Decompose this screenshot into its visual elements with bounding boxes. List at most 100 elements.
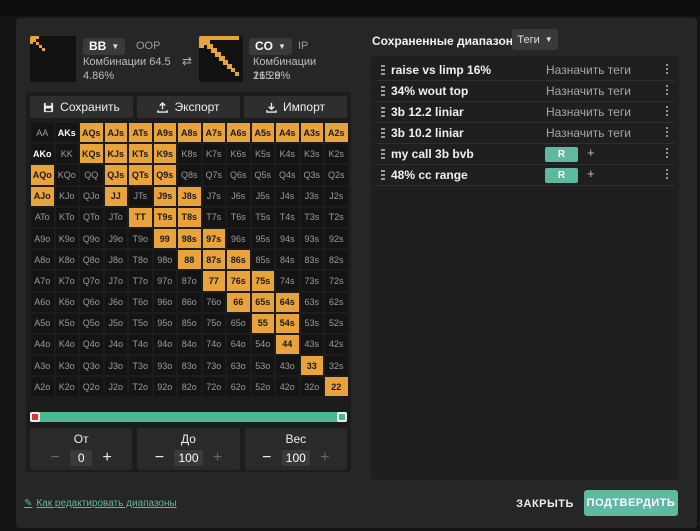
hand-cell[interactable]: T5o xyxy=(128,312,153,334)
hand-cell[interactable]: 86s xyxy=(226,249,251,271)
hand-cell[interactable]: AA xyxy=(30,122,55,144)
hand-cell[interactable]: T5s xyxy=(250,206,275,228)
saved-range-row[interactable]: 48% cc range R + xyxy=(375,165,675,186)
tags-filter-button[interactable]: Теги ▼ xyxy=(512,29,558,50)
help-link[interactable]: ✎ Как редактировать диапазоны xyxy=(24,498,177,509)
hand-cell[interactable]: J8s xyxy=(177,185,202,207)
hand-cell[interactable]: A9s xyxy=(152,122,177,144)
hand-cell[interactable]: A5o xyxy=(30,312,55,334)
hand-cell[interactable]: 92o xyxy=(152,376,177,398)
assign-tags-link[interactable]: Назначить теги xyxy=(546,126,631,140)
hand-cell[interactable]: Q2s xyxy=(324,164,349,186)
hand-cell[interactable]: 84s xyxy=(275,249,300,271)
hand-cell[interactable]: A2s xyxy=(324,122,349,144)
hand-cell[interactable]: AJs xyxy=(103,122,128,144)
hand-cell[interactable]: QTo xyxy=(79,206,104,228)
hand-cell[interactable]: Q8s xyxy=(177,164,202,186)
hand-cell[interactable]: JTs xyxy=(128,185,153,207)
saved-range-row[interactable]: my call 3b bvb R + xyxy=(375,144,675,165)
hand-cell[interactable]: J6s xyxy=(226,185,251,207)
hand-cell[interactable]: Q7s xyxy=(201,164,226,186)
hand-cell[interactable]: A4o xyxy=(30,333,55,356)
hand-cell[interactable]: 44 xyxy=(275,333,300,356)
assign-tags-link[interactable]: Назначить теги xyxy=(546,105,631,119)
hand-cell[interactable]: AQo xyxy=(30,164,55,186)
hand-cell[interactable]: J4s xyxy=(275,185,300,207)
hand-cell[interactable]: 83s xyxy=(299,249,324,271)
tag-badge[interactable]: R xyxy=(545,147,578,162)
hand-cell[interactable]: K9o xyxy=(54,227,79,250)
hand-cell[interactable]: 97s xyxy=(201,227,226,250)
hand-cell[interactable]: T3o xyxy=(128,355,153,377)
range-slider[interactable] xyxy=(30,412,347,422)
increment-button[interactable]: + xyxy=(318,449,332,467)
slider-handle-max[interactable] xyxy=(337,412,347,422)
hand-cell[interactable]: 72s xyxy=(324,270,349,292)
hand-cell[interactable]: Q5o xyxy=(79,312,104,334)
hand-cell[interactable]: T7s xyxy=(201,206,226,228)
hand-cell[interactable]: KK xyxy=(54,143,79,165)
hand-cell[interactable]: T9o xyxy=(128,227,153,250)
hand-cell[interactable]: 84o xyxy=(177,333,202,356)
hand-cell[interactable]: 98o xyxy=(152,249,177,271)
hand-cell[interactable]: Q8o xyxy=(79,249,104,271)
hand-cell[interactable]: 73o xyxy=(201,355,226,377)
hand-cell[interactable]: 52o xyxy=(250,376,275,398)
saved-range-row[interactable]: 3b 12.2 liniar Назначить теги xyxy=(375,102,675,123)
more-options-icon[interactable] xyxy=(666,148,669,160)
hand-cell[interactable]: 75s xyxy=(250,270,275,292)
hand-cell[interactable]: 86o xyxy=(177,291,202,313)
increment-button[interactable]: + xyxy=(211,449,225,467)
hand-cell[interactable]: J5s xyxy=(250,185,275,207)
hand-cell[interactable]: 88 xyxy=(177,249,202,271)
hand-cell[interactable]: 76o xyxy=(201,291,226,313)
drag-handle-icon[interactable] xyxy=(381,170,385,180)
hand-cell[interactable]: 62s xyxy=(324,291,349,313)
hand-cell[interactable]: 87o xyxy=(177,270,202,292)
assign-tags-link[interactable]: Назначить теги xyxy=(546,84,631,98)
hand-cell[interactable]: A8s xyxy=(177,122,202,144)
hand-cell[interactable]: J5o xyxy=(103,312,128,334)
hand-cell[interactable]: 66 xyxy=(226,291,251,313)
add-tag-icon[interactable]: + xyxy=(587,145,595,160)
hand-cell[interactable]: K4s xyxy=(275,143,300,165)
player-select-co[interactable]: CO ▼ xyxy=(249,38,292,55)
hand-cell[interactable]: Q3s xyxy=(299,164,324,186)
hand-cell[interactable]: J9o xyxy=(103,227,128,250)
saved-range-row[interactable]: 3b 10.2 liniar Назначить теги xyxy=(375,123,675,144)
hand-cell[interactable]: K7o xyxy=(54,270,79,292)
hand-cell[interactable]: J7s xyxy=(201,185,226,207)
hand-cell[interactable]: J4o xyxy=(103,333,128,356)
hand-cell[interactable]: 75o xyxy=(201,312,226,334)
hand-cell[interactable]: 54o xyxy=(250,333,275,356)
more-options-icon[interactable] xyxy=(666,106,669,118)
hand-cell[interactable]: A6o xyxy=(30,291,55,313)
hand-cell[interactable]: J2o xyxy=(103,376,128,398)
hand-cell[interactable]: A6s xyxy=(226,122,251,144)
hand-cell[interactable]: 82o xyxy=(177,376,202,398)
more-options-icon[interactable] xyxy=(666,169,669,181)
hand-cell[interactable]: A5s xyxy=(250,122,275,144)
hand-cell[interactable]: 93s xyxy=(299,227,324,250)
hand-cell[interactable]: K8s xyxy=(177,143,202,165)
hand-cell[interactable]: 64s xyxy=(275,291,300,313)
decrement-button[interactable]: − xyxy=(48,449,62,467)
decrement-button[interactable]: − xyxy=(152,449,166,467)
hand-cell[interactable]: K3s xyxy=(299,143,324,165)
more-options-icon[interactable] xyxy=(666,127,669,139)
tag-badge[interactable]: R xyxy=(545,168,578,183)
hand-cell[interactable]: A7s xyxy=(201,122,226,144)
swap-players-icon[interactable]: ⇄ xyxy=(182,54,192,68)
hand-cell[interactable]: 55 xyxy=(250,312,275,334)
confirm-button[interactable]: ПОДТВЕРДИТЬ xyxy=(584,490,678,516)
hand-cell[interactable]: J6o xyxy=(103,291,128,313)
to-input[interactable]: 100 xyxy=(174,450,203,466)
hand-cell[interactable]: KTs xyxy=(128,143,153,165)
hand-cell[interactable]: AKo xyxy=(30,143,55,165)
hand-cell[interactable]: Q2o xyxy=(79,376,104,398)
hand-cell[interactable]: 65o xyxy=(226,312,251,334)
hand-cell[interactable]: Q9s xyxy=(152,164,177,186)
hand-cell[interactable]: 95s xyxy=(250,227,275,250)
hand-cell[interactable]: 97o xyxy=(152,270,177,292)
assign-tags-link[interactable]: Назначить теги xyxy=(546,63,631,77)
